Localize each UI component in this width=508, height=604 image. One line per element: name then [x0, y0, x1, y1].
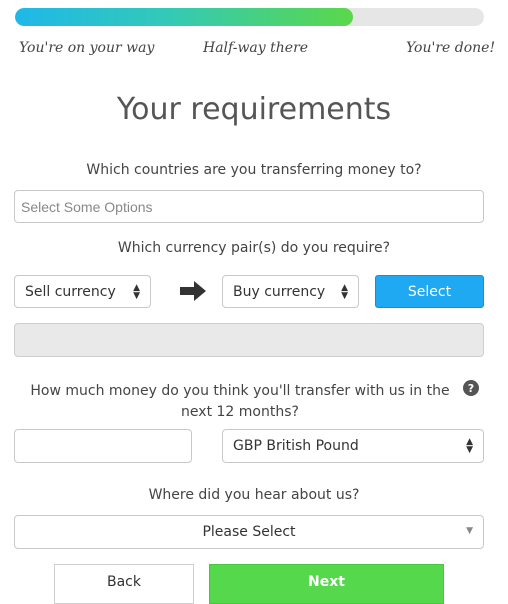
hear-about-select[interactable]: Please Select ▼	[14, 515, 484, 549]
back-button[interactable]: Back	[54, 564, 194, 604]
countries-multiselect[interactable]: Select Some Options	[14, 190, 484, 223]
hear-about-question: Where did you hear about us?	[148, 487, 360, 503]
amount-currency-select[interactable]: GBP British Pound ▲ ▼	[222, 429, 484, 463]
amount-question-line1: How much money do you think you'll trans…	[30, 383, 450, 399]
buy-currency-value: Buy currency	[233, 283, 326, 300]
hear-about-value: Please Select	[202, 524, 296, 540]
countries-question: Which countries are you transferring mon…	[86, 162, 422, 178]
updown-chevron-icon: ▲ ▼	[466, 437, 473, 455]
next-button[interactable]: Next	[209, 564, 444, 604]
buy-currency-select[interactable]: Buy currency ▲ ▼	[222, 275, 359, 308]
sell-currency-value: Sell currency	[25, 283, 116, 300]
dropdown-caret-icon: ▼	[466, 526, 473, 536]
amount-question: How much money do you think you'll trans…	[0, 381, 480, 423]
step-label-end: You're done!	[406, 40, 496, 56]
step-label-middle: Half-way there	[203, 40, 309, 56]
amount-currency-value: GBP British Pound	[233, 438, 359, 454]
arrow-right-icon	[180, 281, 206, 301]
updown-chevron-icon: ▲ ▼	[133, 282, 140, 301]
sell-currency-select[interactable]: Sell currency ▲ ▼	[14, 275, 151, 308]
amount-input[interactable]	[14, 429, 192, 463]
help-icon[interactable]: ?	[463, 380, 479, 396]
updown-chevron-icon: ▲ ▼	[341, 282, 348, 301]
selected-pairs-display	[14, 323, 484, 357]
progress-bar-fill	[15, 8, 353, 26]
countries-placeholder: Select Some Options	[21, 198, 153, 215]
page-title: Your requirements	[116, 92, 392, 127]
amount-question-line2: next 12 months?	[181, 404, 299, 420]
currency-pair-question: Which currency pair(s) do you require?	[117, 240, 391, 256]
select-currency-pair-button[interactable]: Select	[375, 275, 484, 308]
step-label-start: You're on your way	[19, 40, 155, 56]
progress-bar	[15, 8, 484, 26]
